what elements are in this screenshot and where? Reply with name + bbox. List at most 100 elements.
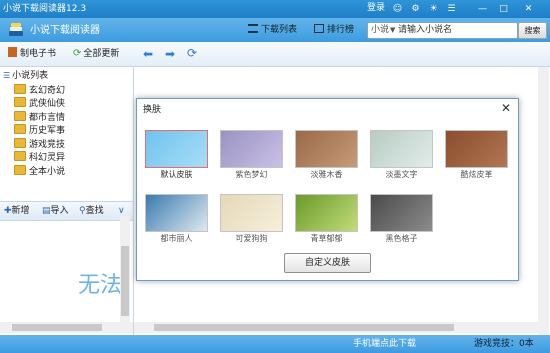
download-list-button[interactable]: 下载列表 [248,23,297,37]
tree-item[interactable]: 玄幻奇幻 [14,84,65,96]
skin-option[interactable]: 紫色梦幻 [220,130,283,181]
skin-thumbnail [445,130,508,168]
tree-root[interactable]: ☰ 小说列表 [3,70,48,82]
scroll-thumb[interactable] [121,246,129,316]
tree-item[interactable]: 全本小说 [14,165,65,177]
ebook-icon [8,47,17,57]
skin-option[interactable]: 淡墨文字 [370,130,433,181]
main-vertical-scrollbar[interactable] [538,67,549,335]
status-count: 游戏竞技：0本 [474,339,534,349]
search-button[interactable]: 搜索 [518,22,547,39]
download-list-label: 下载列表 [261,25,298,35]
make-ebook-label: 制电子书 [20,49,57,59]
ranking-button[interactable]: 排行榜 [314,23,354,37]
tree-item[interactable]: 游戏竞技 [14,138,65,150]
tree-item[interactable]: 历史军事 [14,124,65,136]
tree-item[interactable]: 武侠仙侠 [14,97,65,109]
user-icon[interactable]: ☺ [391,3,404,15]
forward-arrow-icon[interactable]: ➡ [165,48,175,60]
import-label: 导入 [50,206,69,216]
skin-thumbnail [145,130,208,168]
folder-icon [14,138,26,148]
skin-label: 青草郁郁 [310,234,343,243]
tree-item[interactable]: 科幻灵异 [14,151,65,163]
back-arrow-icon[interactable]: ⬅ [143,48,153,60]
add-button[interactable]: ✚新增 [4,205,30,217]
skin-option[interactable]: 可爱狗狗 [220,194,283,245]
add-label: 新增 [11,206,30,216]
skin-option[interactable]: 淡雅木香 [295,130,358,181]
find-label: 查找 [85,206,104,216]
folder-icon [14,151,26,161]
preview-text: 无法 [78,273,123,298]
skin-label: 淡雅木香 [310,170,343,179]
close-icon[interactable]: ✕ [501,102,511,115]
tree-item-label: 科幻灵异 [29,153,66,163]
skin-dialog: 换肤 ✕ 默认皮肤 紫色梦幻 淡雅木香 淡墨文字 酷炫皮革 都市丽人 可爱狗狗 … [136,98,519,281]
skin-label: 都市丽人 [160,234,193,243]
scroll-thumb[interactable] [12,324,102,331]
skin-thumbnail [370,194,433,232]
custom-skin-button[interactable]: 自定义皮肤 [284,253,371,273]
update-all-button[interactable]: ⟳ 全部更新 [73,47,119,61]
find-icon: ⚲ [79,206,86,216]
mobile-download-link[interactable]: 手机端点此下载 [353,338,416,350]
skin-label: 酷炫皮革 [460,170,493,179]
title-bar: 小说下载阅读器12.3 登录 ☺ ⚙ ☀ ☰ — □ ✕ [0,0,550,18]
window-title: 小说下载阅读器12.3 [3,4,87,14]
folder-icon [14,165,26,175]
app-title: 小说下载阅读器 [30,25,100,36]
chevron-down-icon[interactable]: ▼ [390,24,395,37]
add-icon: ✚ [4,206,12,216]
refresh-icon[interactable]: ⟳ [187,47,197,60]
skin-option[interactable]: 青草郁郁 [295,194,358,245]
list-icon [248,24,258,33]
search-input[interactable]: 请输入小说名 [398,24,452,37]
ranking-icon [314,24,324,33]
skin-thumbnail [145,194,208,232]
skin-option[interactable]: 默认皮肤 [145,130,208,181]
tree-root-icon: ☰ [3,71,11,80]
ranking-label: 排行榜 [327,25,355,35]
skin-icon[interactable]: ☀ [427,3,440,15]
maximize-icon[interactable]: □ [497,3,510,15]
make-ebook-button[interactable]: 制电子书 [8,47,56,61]
search-box[interactable]: 小说 ▼ 请输入小说名 [367,22,518,39]
main-horizontal-scrollbar[interactable] [134,322,538,333]
scroll-thumb[interactable] [154,324,454,331]
left-horizontal-scrollbar[interactable] [0,322,133,333]
search-scope-select[interactable]: 小说 [371,24,389,37]
dialog-title: 换肤 [143,105,162,115]
skin-option[interactable]: 都市丽人 [145,194,208,245]
tree-item[interactable]: 都市言情 [14,111,65,123]
skin-option[interactable]: 黑色格子 [370,194,433,245]
tree-item-label: 全本小说 [29,167,66,177]
list-tools-bar: ✚新增 ▤导入 ⚲查找 ∨ [0,201,133,221]
login-link[interactable]: 登录 [367,2,385,15]
skin-label: 可爱狗狗 [235,234,268,243]
import-button[interactable]: ▤导入 [42,205,69,217]
skin-thumbnail [295,130,358,168]
skin-thumbnail [295,194,358,232]
skin-thumbnail [220,194,283,232]
menu-icon[interactable]: ☰ [445,3,458,15]
tree-item-label: 武侠仙侠 [29,99,66,109]
skin-label: 淡墨文字 [385,170,418,179]
skin-option[interactable]: 酷炫皮革 [445,130,508,181]
close-icon[interactable]: ✕ [522,3,535,15]
find-button[interactable]: ⚲查找 [79,205,104,217]
skin-label: 默认皮肤 [160,170,193,179]
update-all-label: 全部更新 [83,49,120,59]
header: 小说下载阅读器 下载列表 排行榜 小说 ▼ 请输入小说名 搜索 [0,18,550,42]
refresh-green-icon: ⟳ [73,48,82,59]
folder-icon [14,111,26,121]
skin-thumbnail [370,130,433,168]
folder-icon [14,124,26,134]
tree-item-label: 玄幻奇幻 [29,86,66,96]
settings-icon[interactable]: ⚙ [409,3,422,15]
left-vertical-scrollbar[interactable] [120,216,130,333]
toolbar: 制电子书 ⟳ 全部更新 ⬅ ➡ ⟳ [0,42,550,67]
tree-item-label: 游戏竞技 [29,140,66,150]
tree-root-label: 小说列表 [12,71,49,81]
minimize-icon[interactable]: — [476,3,489,15]
